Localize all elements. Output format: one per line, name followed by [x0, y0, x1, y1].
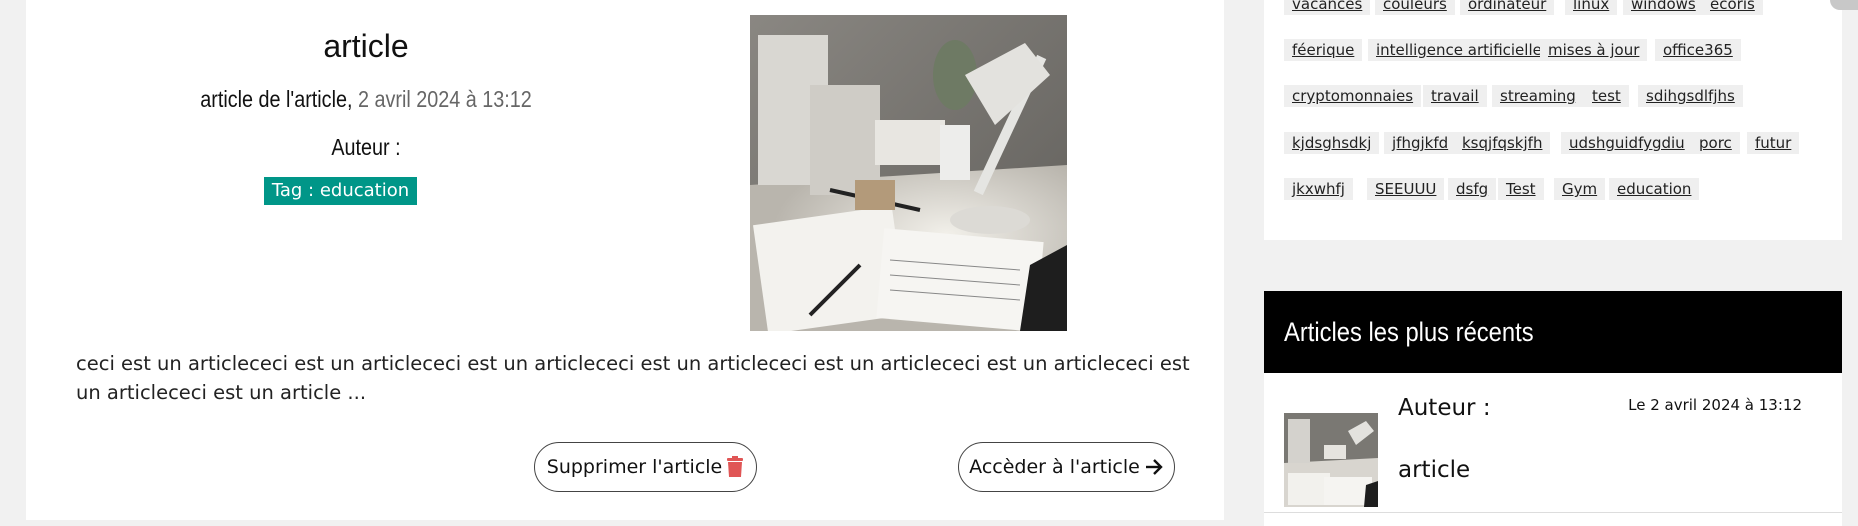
- recent-articles-title: Articles les plus récents: [1284, 317, 1534, 347]
- tag-link[interactable]: ksqjfqskjfh: [1454, 132, 1551, 154]
- tag-link[interactable]: couleurs: [1375, 0, 1455, 15]
- tag-link[interactable]: udshguidfygdiu: [1561, 132, 1693, 154]
- recent-article-item[interactable]: Auteur : Le 2 avril 2024 à 13:12 article: [1264, 373, 1842, 526]
- tag-link[interactable]: porc: [1691, 132, 1740, 154]
- article-card: article article de l'article, 2 avril 20…: [26, 0, 1224, 520]
- open-article-button[interactable]: Accèder à l'article: [958, 442, 1175, 492]
- article-image: [750, 15, 1067, 331]
- article-subtitle: article de l'article,: [200, 86, 353, 112]
- tag-link[interactable]: cryptomonnaies: [1284, 85, 1422, 107]
- divider: [1264, 512, 1842, 513]
- tag-link[interactable]: dsfg: [1448, 178, 1497, 200]
- scrollbar-thumb[interactable]: [1830, 0, 1858, 10]
- tag-link[interactable]: féerique: [1284, 39, 1363, 61]
- tag-link[interactable]: kjdsghsdkj: [1284, 132, 1380, 154]
- article-title: article: [323, 28, 409, 64]
- delete-article-label: Supprimer l'article: [546, 456, 723, 478]
- open-article-label: Accèder à l'article: [969, 456, 1140, 478]
- article-meta: article de l'article, 2 avril 2024 à 13:…: [142, 86, 589, 113]
- tag-cloud: vacances couleurs ordinateur linux windo…: [1264, 0, 1842, 240]
- tag-link[interactable]: mises à jour: [1540, 39, 1648, 61]
- trash-icon: [726, 456, 744, 478]
- tag-link[interactable]: ecoris: [1702, 0, 1763, 15]
- tag-link[interactable]: ordinateur: [1460, 0, 1555, 15]
- tag-link[interactable]: sdihgsdlfjhs: [1638, 85, 1743, 107]
- tag-link[interactable]: office365: [1655, 39, 1741, 61]
- tag-link[interactable]: intelligence artificielle: [1368, 39, 1550, 61]
- tag-link[interactable]: education: [1609, 178, 1700, 200]
- tag-link[interactable]: windows: [1623, 0, 1704, 15]
- tag-link[interactable]: Gym: [1554, 178, 1606, 200]
- recent-article-thumbnail[interactable]: [1284, 413, 1378, 507]
- recent-article-title[interactable]: article: [1398, 457, 1470, 483]
- tag-link[interactable]: linux: [1565, 0, 1618, 15]
- tag-link[interactable]: Test: [1498, 178, 1544, 200]
- tag-badge[interactable]: Tag : education: [264, 177, 417, 205]
- recent-article-date: Le 2 avril 2024 à 13:12: [1628, 396, 1802, 414]
- tag-link[interactable]: futur: [1747, 132, 1800, 154]
- tag-link[interactable]: jfhgjkfd: [1384, 132, 1457, 154]
- arrow-right-icon: [1144, 457, 1164, 477]
- recent-article-author: Auteur :: [1398, 395, 1491, 421]
- tag-link[interactable]: SEEUUU: [1367, 178, 1445, 200]
- tag-link[interactable]: jkxwhfj: [1284, 178, 1353, 200]
- recent-articles-heading: Articles les plus récents: [1264, 291, 1842, 373]
- delete-article-button[interactable]: Supprimer l'article: [534, 442, 757, 492]
- tag-link[interactable]: streaming: [1492, 85, 1584, 107]
- article-excerpt: ceci est un articlececi est un articlece…: [76, 352, 1190, 404]
- tag-link[interactable]: test: [1584, 85, 1629, 107]
- article-author: Auteur :: [331, 134, 401, 160]
- tag-link[interactable]: travail: [1423, 85, 1487, 107]
- tag-link[interactable]: vacances: [1284, 0, 1371, 15]
- article-date: 2 avril 2024 à 13:12: [357, 86, 532, 112]
